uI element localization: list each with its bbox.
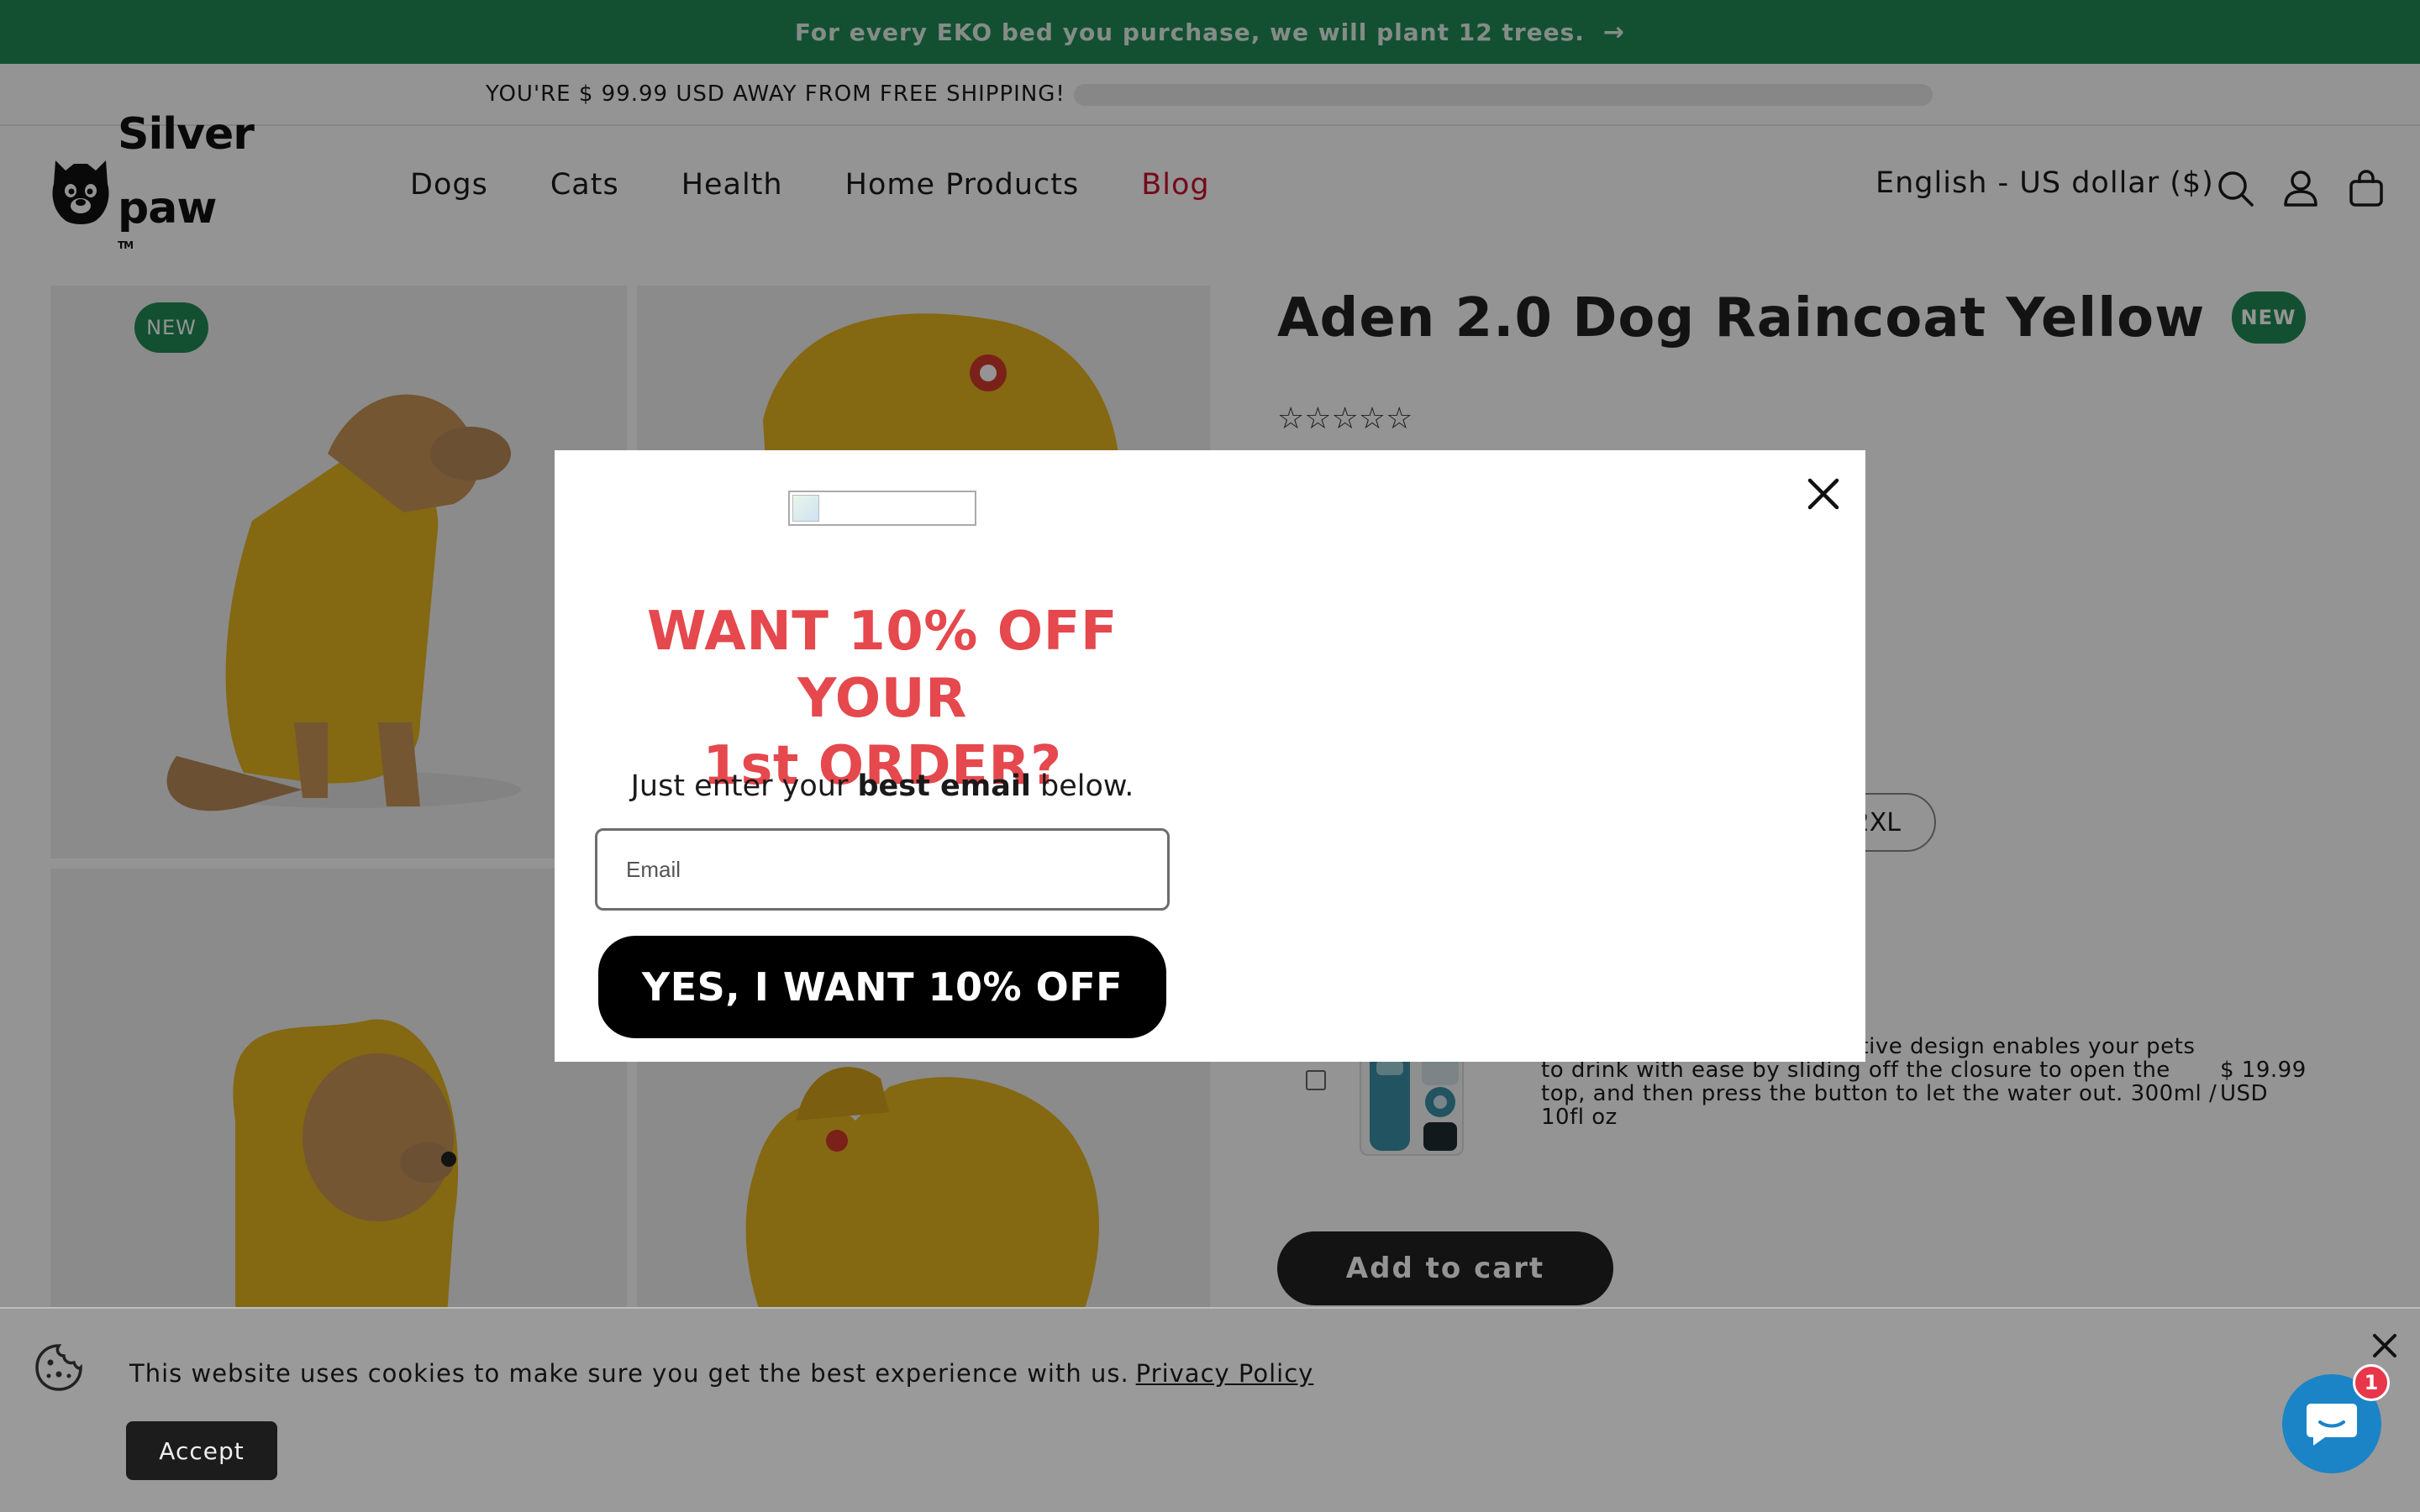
cookie-banner: This website uses cookies to make sure y… [0, 1307, 2420, 1512]
popup-headline-line1: WANT 10% OFF YOUR [646, 601, 1118, 730]
close-icon[interactable] [1803, 474, 1844, 514]
close-icon[interactable] [2370, 1331, 2400, 1361]
chat-launcher-button[interactable]: 1 [2282, 1364, 2390, 1473]
popup-subtext: Just enter your best email below. [630, 769, 1134, 803]
chat-unread-badge: 1 [2353, 1364, 2390, 1401]
cookie-message: This website uses cookies to make sure y… [129, 1359, 1314, 1388]
privacy-policy-link[interactable]: Privacy Policy [1136, 1359, 1314, 1388]
popup-logo-image [788, 491, 976, 526]
chat-bubble-icon [2307, 1404, 2357, 1446]
email-field[interactable] [595, 828, 1170, 911]
discount-popup: WANT 10% OFF YOUR 1st ORDER? Just enter … [555, 450, 1865, 1062]
cookie-icon [35, 1344, 82, 1391]
accept-cookies-button[interactable]: Accept [126, 1421, 277, 1480]
claim-discount-button[interactable]: YES, I WANT 10% OFF [598, 936, 1166, 1038]
